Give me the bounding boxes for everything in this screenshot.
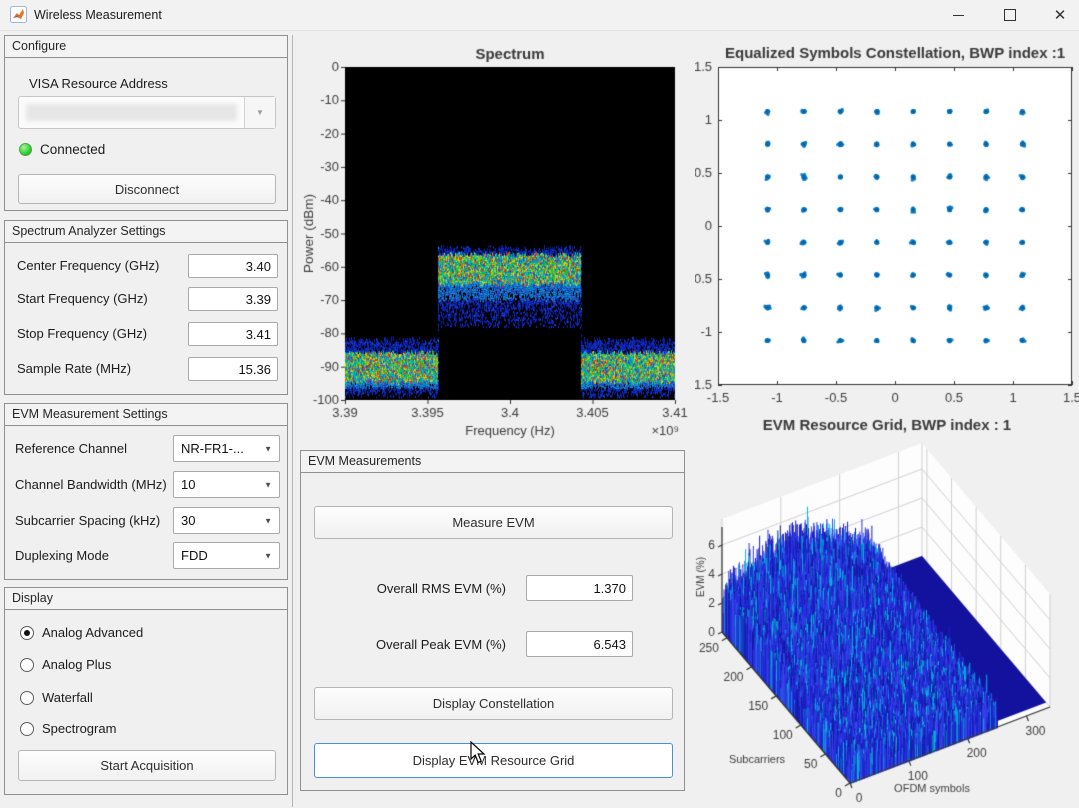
radio-analog-plus[interactable]	[20, 658, 34, 672]
visa-address-value	[26, 104, 237, 121]
display-evm-grid-button[interactable]: Display EVM Resource Grid	[314, 743, 673, 778]
chevron-down-icon: ▼	[264, 480, 272, 489]
configure-panel: Configure VISA Resource Address ▼ Connec…	[4, 35, 288, 211]
chevron-down-icon: ▼	[264, 516, 272, 525]
evm-settings-panel: EVM Measurement Settings Reference Chann…	[4, 403, 288, 580]
connection-status-lamp	[19, 143, 32, 156]
spectrum-plot	[300, 42, 690, 445]
radio-analog-advanced-label: Analog Advanced	[42, 625, 143, 640]
center-frequency-label: Center Frequency (GHz)	[17, 258, 159, 273]
spectrum-settings-title: Spectrum Analyzer Settings	[5, 221, 287, 243]
column-divider	[292, 35, 293, 807]
close-icon: ✕	[1054, 6, 1067, 24]
chevron-down-icon: ▼	[264, 444, 272, 453]
spectrum-settings-panel: Spectrum Analyzer Settings Center Freque…	[4, 220, 288, 395]
display-panel-title: Display	[5, 588, 287, 610]
minimize-button[interactable]	[936, 0, 980, 30]
evm-settings-title: EVM Measurement Settings	[5, 404, 287, 426]
sample-rate-field[interactable]: 15.36	[188, 357, 278, 381]
title-bar: Wireless Measurement ✕	[0, 0, 1079, 31]
chevron-down-icon[interactable]: ▼	[244, 97, 275, 128]
center-frequency-field[interactable]: 3.40	[188, 254, 278, 278]
maximize-button[interactable]	[988, 0, 1032, 30]
duplexing-mode-label: Duplexing Mode	[15, 548, 109, 563]
evm-measurements-title: EVM Measurements	[301, 451, 684, 473]
reference-channel-dropdown[interactable]: NR-FR1-...▼	[173, 435, 280, 462]
chevron-down-icon: ▼	[264, 551, 272, 560]
subcarrier-spacing-dropdown[interactable]: 30▼	[173, 507, 280, 534]
radio-waterfall[interactable]	[20, 691, 34, 705]
sample-rate-label: Sample Rate (MHz)	[17, 361, 131, 376]
duplexing-mode-dropdown[interactable]: FDD▼	[173, 542, 280, 569]
subcarrier-spacing-label: Subcarrier Spacing (kHz)	[15, 513, 160, 528]
rms-evm-field[interactable]: 1.370	[526, 575, 633, 601]
stop-frequency-field[interactable]: 3.41	[188, 322, 278, 346]
radio-spectrogram[interactable]	[20, 722, 34, 736]
peak-evm-field[interactable]: 6.543	[526, 631, 633, 657]
maximize-icon	[1004, 9, 1016, 21]
constellation-plot	[695, 42, 1079, 422]
radio-analog-advanced[interactable]	[20, 626, 34, 640]
channel-bandwidth-dropdown[interactable]: 10▼	[173, 471, 280, 498]
minimize-icon	[953, 15, 964, 16]
display-constellation-button[interactable]: Display Constellation	[314, 687, 673, 720]
app-window: Wireless Measurement ✕ Configure VISA Re…	[0, 0, 1079, 808]
radio-analog-plus-label: Analog Plus	[42, 657, 111, 672]
stop-frequency-label: Stop Frequency (GHz)	[17, 326, 147, 341]
evm-resource-grid-plot	[695, 415, 1079, 808]
peak-evm-label: Overall Peak EVM (%)	[301, 637, 506, 652]
close-button[interactable]: ✕	[1038, 0, 1079, 30]
disconnect-button[interactable]: Disconnect	[18, 174, 276, 204]
start-frequency-label: Start Frequency (GHz)	[17, 291, 148, 306]
mouse-cursor	[470, 741, 488, 765]
app-icon	[10, 6, 27, 23]
evm-measurements-panel: EVM Measurements Measure EVM Overall RMS…	[300, 450, 685, 791]
window-title: Wireless Measurement	[34, 8, 162, 22]
display-panel: Display Analog Advanced Analog Plus Wate…	[4, 587, 288, 795]
start-frequency-field[interactable]: 3.39	[188, 287, 278, 311]
radio-waterfall-label: Waterfall	[42, 690, 93, 705]
visa-address-label: VISA Resource Address	[29, 76, 168, 91]
visa-address-combobox[interactable]: ▼	[18, 96, 276, 129]
start-acquisition-button[interactable]: Start Acquisition	[18, 750, 276, 781]
radio-spectrogram-label: Spectrogram	[42, 721, 116, 736]
rms-evm-label: Overall RMS EVM (%)	[301, 581, 506, 596]
measure-evm-button[interactable]: Measure EVM	[314, 506, 673, 539]
channel-bandwidth-label: Channel Bandwidth (MHz)	[15, 477, 167, 492]
configure-panel-title: Configure	[5, 36, 287, 58]
connection-status-label: Connected	[40, 142, 105, 157]
reference-channel-label: Reference Channel	[15, 441, 127, 456]
